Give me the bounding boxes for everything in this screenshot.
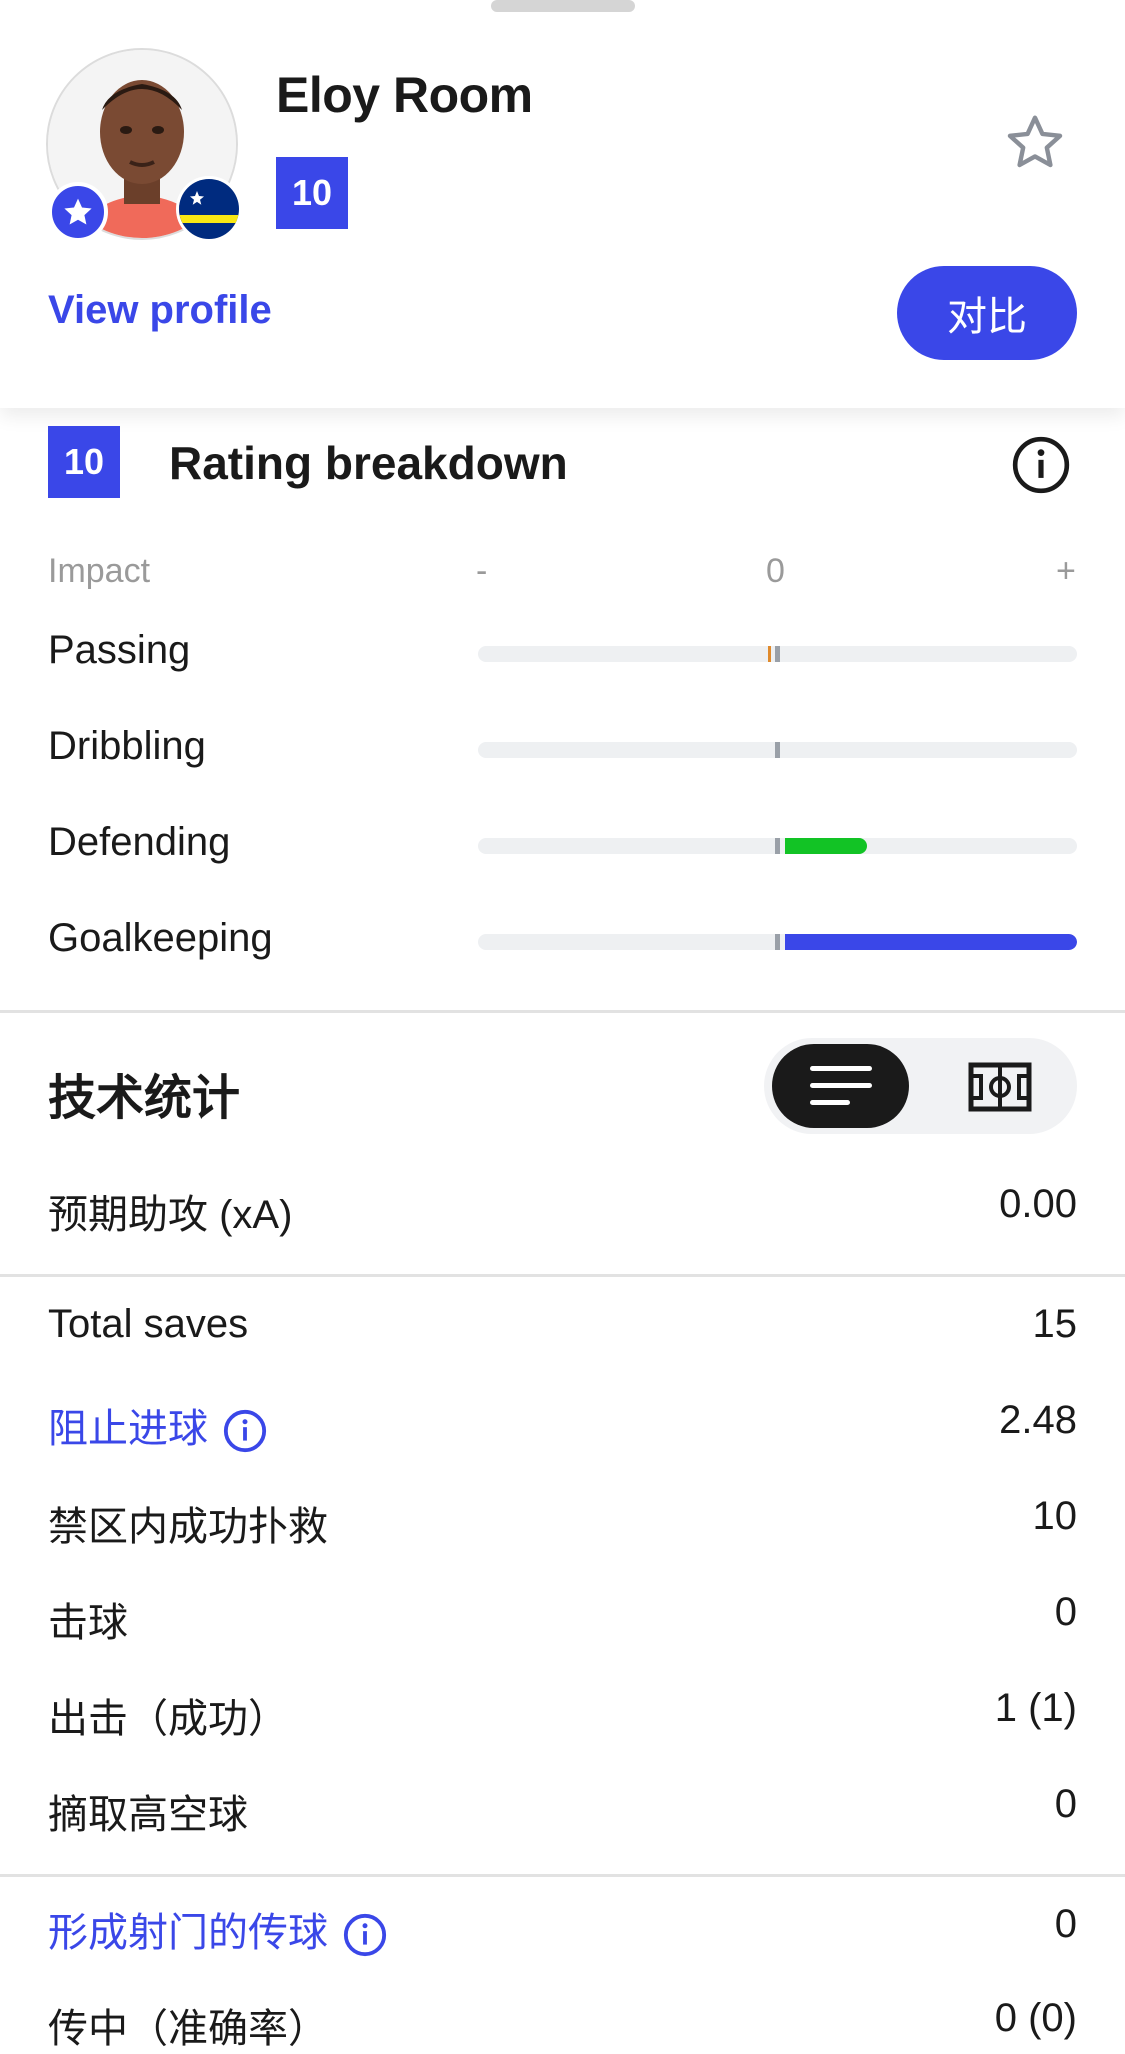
breakdown-row-label: Goalkeeping	[48, 916, 273, 960]
divider	[0, 1274, 1125, 1277]
stat-value-xa: 0.00	[999, 1182, 1077, 1226]
stat-label-total-saves: Total saves	[48, 1302, 249, 1346]
impact-bar-track	[478, 742, 1077, 758]
scale-plus: +	[1056, 552, 1076, 590]
sheet-drag-handle[interactable]	[491, 0, 635, 12]
pitch-view-toggle[interactable]	[960, 1052, 1040, 1122]
player-name: Eloy Room	[276, 67, 533, 123]
info-icon[interactable]	[222, 1408, 268, 1454]
impact-bar-track	[478, 646, 1077, 662]
info-icon[interactable]	[342, 1912, 388, 1958]
stat-label-crosses: 传中（准确率）	[48, 2007, 328, 2051]
impact-label: Impact	[48, 552, 151, 590]
player-rating-badge: 10	[276, 157, 348, 229]
stat-value-goals-prevented: 2.48	[999, 1398, 1077, 1442]
impact-bar-track	[478, 838, 1077, 854]
goals-prevented-label[interactable]: 阻止进球	[48, 1407, 208, 1451]
favorite-star-icon[interactable]	[1002, 110, 1068, 176]
impact-bar-fill	[785, 934, 1077, 950]
rating-breakdown-title: Rating breakdown	[169, 437, 568, 489]
stat-value-saves-inside-box: 10	[1032, 1494, 1078, 1538]
scale-zero: 0	[766, 552, 785, 590]
tech-stats-title: 技术统计	[48, 1072, 241, 1125]
stat-label-saves-inside-box: 禁区内成功扑救	[48, 1505, 328, 1549]
stat-value-punches: 0	[1054, 1590, 1077, 1634]
pitch-icon	[968, 1062, 1032, 1112]
stat-label-runs-out: 出击（成功）	[48, 1697, 288, 1741]
stat-label-punches: 击球	[48, 1601, 128, 1645]
breakdown-rating-badge: 10	[48, 426, 120, 498]
list-view-toggle[interactable]	[772, 1044, 909, 1128]
view-profile-link[interactable]: View profile	[48, 288, 272, 333]
impact-bar-zero-mark	[775, 646, 780, 662]
scale-minus: -	[476, 552, 488, 590]
list-icon	[809, 1066, 872, 1105]
featured-star-badge-icon	[48, 182, 108, 242]
impact-bar-track	[478, 934, 1077, 950]
compare-button[interactable]: 对比	[897, 266, 1077, 360]
impact-bar-zero-mark	[775, 742, 780, 758]
divider	[0, 1874, 1125, 1877]
divider	[0, 1010, 1125, 1013]
key-passes-label[interactable]: 形成射门的传球	[48, 1911, 328, 1955]
stat-label-key-passes[interactable]: 形成射门的传球	[48, 1900, 388, 1958]
stat-label-xa: 预期助攻 (xA)	[48, 1193, 293, 1237]
breakdown-row-label: Dribbling	[48, 724, 206, 768]
stat-value-crosses: 0 (0)	[994, 1996, 1077, 2040]
stat-value-high-claims: 0	[1054, 1782, 1077, 1826]
stat-value-runs-out: 1 (1)	[994, 1686, 1077, 1730]
stat-label-goals-prevented[interactable]: 阻止进球	[48, 1396, 268, 1454]
breakdown-row-label: Passing	[48, 628, 191, 672]
impact-bar-fill	[785, 838, 867, 854]
info-icon[interactable]	[1010, 434, 1072, 496]
impact-bar-zero-mark	[775, 838, 780, 854]
breakdown-row-label: Defending	[48, 820, 231, 864]
impact-bar-fill	[768, 646, 771, 662]
stat-value-key-passes: 0	[1054, 1902, 1077, 1946]
stat-label-high-claims: 摘取高空球	[48, 1793, 248, 1837]
stat-value-total-saves: 15	[1032, 1302, 1078, 1346]
nationality-flag-icon	[176, 176, 242, 242]
impact-bar-zero-mark	[775, 934, 780, 950]
